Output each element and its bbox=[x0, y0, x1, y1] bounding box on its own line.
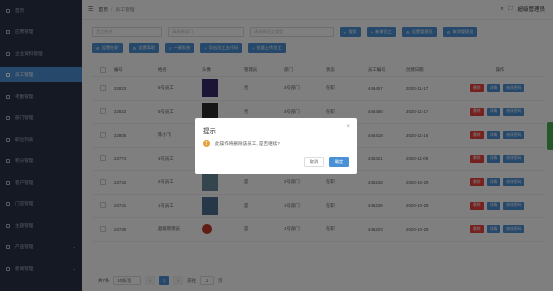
dialog-message: 此操作将删除该员工, 是否继续? bbox=[215, 140, 280, 146]
confirm-button[interactable]: 确定 bbox=[329, 157, 349, 167]
dialog-buttons: 取消 确定 bbox=[304, 157, 349, 167]
dialog-title: 提示 bbox=[203, 128, 216, 135]
close-icon[interactable]: × bbox=[346, 124, 350, 130]
cancel-button[interactable]: 取消 bbox=[304, 157, 324, 167]
dialog-message-row: ! 此操作将删除该员工, 是否继续? bbox=[203, 140, 280, 147]
confirm-dialog: 提示 × ! 此操作将删除该员工, 是否继续? 取消 确定 bbox=[195, 118, 357, 174]
warning-icon: ! bbox=[203, 140, 210, 147]
